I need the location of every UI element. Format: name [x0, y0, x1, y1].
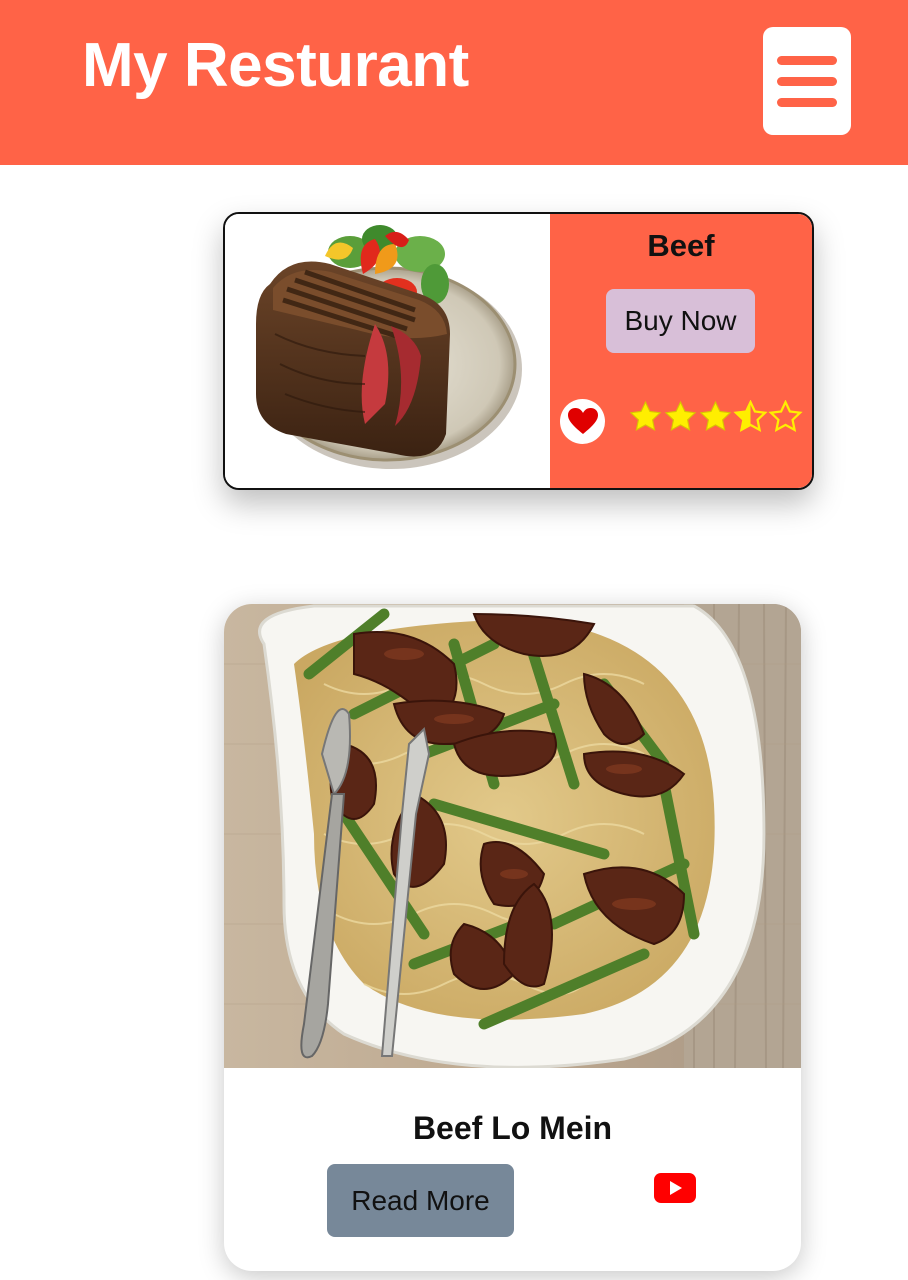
star-half-icon: [733, 400, 768, 433]
menu-bar: [777, 97, 837, 107]
product-title: Beef: [647, 228, 715, 263]
heart-icon: [568, 408, 598, 434]
star-full-icon: [629, 400, 662, 431]
steak-plate-image: [225, 214, 550, 488]
hamburger-menu-button[interactable]: [763, 27, 851, 135]
product-card-beef: Beef Buy Now: [223, 212, 814, 490]
star-empty-icon: [768, 400, 803, 433]
youtube-link[interactable]: [654, 1173, 696, 1208]
hamburger-menu-icon: [777, 55, 837, 65]
recipe-title: Beef Lo Mein: [412, 1110, 613, 1146]
app-header: My Resturant: [0, 0, 908, 165]
youtube-icon: [654, 1173, 696, 1203]
product-info-panel: Beef Buy Now: [550, 214, 812, 488]
menu-bar: [777, 76, 837, 86]
site-title: My Resturant: [82, 31, 469, 100]
buy-now-button[interactable]: Buy Now: [606, 289, 755, 353]
star-full-icon: [699, 400, 732, 431]
recipe-card-beef-lo-mein: Beef Lo Mein Read More: [224, 604, 801, 1271]
star-full-icon: [664, 400, 697, 431]
star-rating: [628, 400, 803, 434]
read-more-button[interactable]: Read More: [327, 1164, 514, 1237]
beef-lo-mein-image: [224, 604, 801, 1069]
favorite-button[interactable]: [560, 399, 605, 444]
